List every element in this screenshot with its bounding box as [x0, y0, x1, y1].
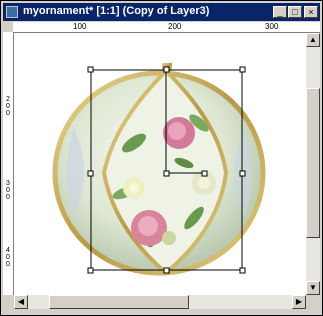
- scroll-down-button[interactable]: ▼: [306, 281, 320, 295]
- horizontal-scroll-thumb[interactable]: [49, 295, 189, 309]
- document-icon[interactable]: [6, 6, 18, 18]
- maximize-button[interactable]: □: [288, 6, 302, 18]
- horizontal-scrollbar[interactable]: ◀ ▶: [14, 295, 306, 309]
- image-canvas[interactable]: [14, 33, 306, 295]
- horizontal-ruler: 100 200 300: [3, 22, 320, 33]
- window-title: myornament* [1:1] (Copy of Layer3): [23, 5, 210, 17]
- ruler-label-v-300: 300: [6, 180, 10, 201]
- image-window: myornament* [1:1] (Copy of Layer3) _ □ ×…: [0, 0, 323, 316]
- ornament-artwork: [52, 63, 266, 276]
- ruler-corner: [3, 22, 13, 32]
- title-bar[interactable]: myornament* [1:1] (Copy of Layer3) _ □ ×: [3, 3, 320, 21]
- ruler-label-200: 200: [168, 22, 182, 31]
- scroll-left-button[interactable]: ◀: [14, 295, 28, 309]
- vertical-ruler: 200 300 400: [3, 32, 14, 295]
- size-grip[interactable]: [306, 295, 320, 309]
- ruler-label-v-200: 200: [6, 96, 10, 117]
- ruler-label-300: 300: [265, 22, 279, 31]
- ruler-label-v-400: 400: [6, 247, 10, 268]
- scroll-right-button[interactable]: ▶: [292, 295, 306, 309]
- ruler-label-100: 100: [73, 22, 87, 31]
- minimize-button[interactable]: _: [273, 6, 287, 18]
- scroll-up-button[interactable]: ▲: [306, 33, 320, 47]
- vertical-scroll-thumb[interactable]: [306, 88, 320, 238]
- close-button[interactable]: ×: [304, 6, 318, 18]
- vertical-scrollbar[interactable]: ▲ ▼: [306, 33, 320, 295]
